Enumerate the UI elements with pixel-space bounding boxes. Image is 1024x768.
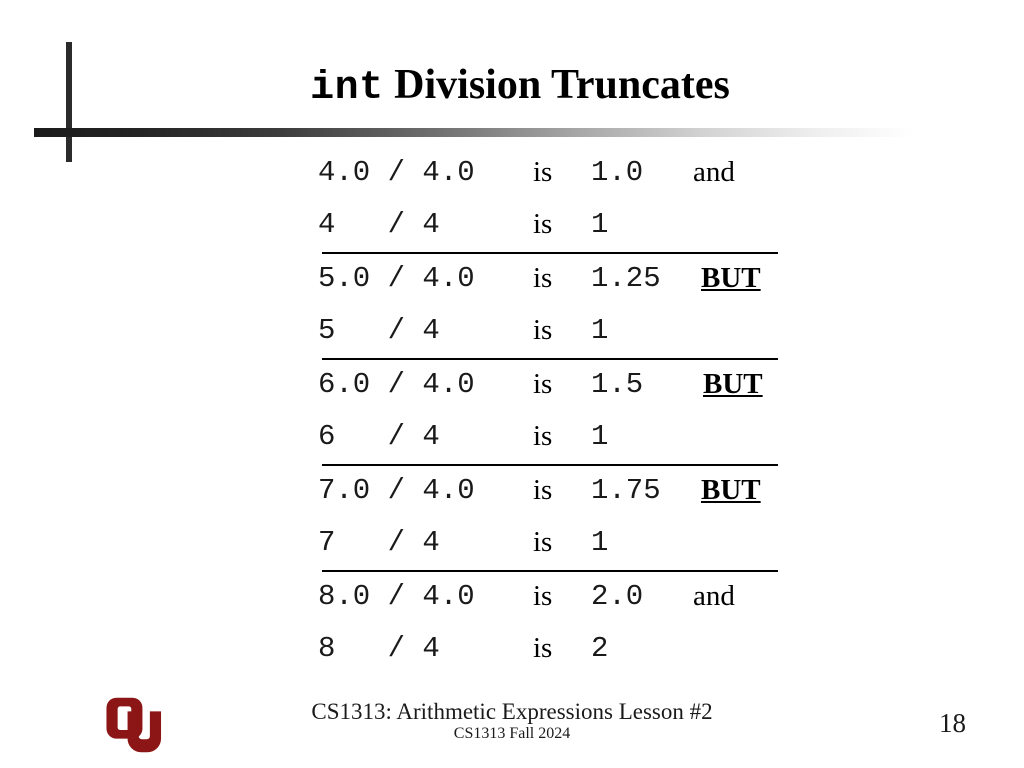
division-examples-table: 4.0 / 4.0 is 1.0 and 4 / 4 is 1 5.0 / 4.0 is 1.25… — [318, 148, 918, 676]
result-cell: 1.0 — [591, 156, 644, 189]
table-row: 8.0 / 4.0 is 2.0 and — [318, 572, 918, 624]
table-row: 6 / 4 is 1 — [318, 412, 918, 464]
note-conjunction: and — [693, 580, 735, 612]
is-label: is — [533, 420, 553, 452]
note-emphasis: BUT — [703, 368, 763, 400]
table-row: 7 / 4 is 1 — [318, 518, 918, 570]
expression-cell: 4 / 4 — [318, 208, 440, 241]
is-label: is — [533, 526, 553, 558]
table-row: 7.0 / 4.0 is 1.75 BUT — [318, 466, 918, 518]
expression-cell: 8 / 4 — [318, 632, 440, 665]
footer: CS1313: Arithmetic Expressions Lesson #2… — [0, 698, 1024, 744]
table-row: 5 / 4 is 1 — [318, 306, 918, 358]
table-row: 4.0 / 4.0 is 1.0 and — [318, 148, 918, 200]
note-emphasis: BUT — [701, 474, 761, 506]
is-label: is — [533, 474, 553, 506]
result-cell: 2.0 — [591, 580, 644, 613]
is-label: is — [533, 262, 553, 294]
expression-cell: 4.0 / 4.0 — [318, 156, 475, 189]
result-cell: 1 — [591, 420, 609, 453]
result-cell: 1 — [591, 526, 609, 559]
slide-canvas: int Division Truncates 4.0 / 4.0 is 1.0 and… — [0, 0, 1024, 768]
title-horizontal-rule-decoration — [34, 128, 914, 137]
result-cell: 1 — [591, 314, 609, 347]
result-cell: 1.5 — [591, 368, 644, 401]
table-row: 5.0 / 4.0 is 1.25 BUT — [318, 254, 918, 306]
result-cell: 1.75 — [591, 474, 661, 507]
page-title: int Division Truncates — [120, 62, 920, 112]
expression-cell: 5 / 4 — [318, 314, 440, 347]
title-vertical-bar-decoration — [66, 42, 72, 162]
is-label: is — [533, 632, 553, 664]
footer-course-line: CS1313: Arithmetic Expressions Lesson #2 — [311, 699, 713, 724]
is-label: is — [533, 314, 553, 346]
expression-cell: 6 / 4 — [318, 420, 440, 453]
is-label: is — [533, 208, 553, 240]
note-conjunction: and — [693, 156, 735, 188]
result-cell: 1.25 — [591, 262, 661, 295]
page-title-text: Division Truncates — [394, 62, 730, 108]
expression-cell: 6.0 / 4.0 — [318, 368, 475, 401]
result-cell: 1 — [591, 208, 609, 241]
table-row: 4 / 4 is 1 — [318, 200, 918, 252]
expression-cell: 7 / 4 — [318, 526, 440, 559]
expression-cell: 8.0 / 4.0 — [318, 580, 475, 613]
is-label: is — [533, 368, 553, 400]
table-row: 8 / 4 is 2 — [318, 624, 918, 676]
footer-term-line: CS1313 Fall 2024 — [453, 725, 571, 743]
page-title-keyword: int — [310, 66, 384, 111]
page-number: 18 — [939, 708, 966, 738]
expression-cell: 5.0 / 4.0 — [318, 262, 475, 295]
expression-cell: 7.0 / 4.0 — [318, 474, 475, 507]
note-emphasis: BUT — [701, 262, 761, 294]
is-label: is — [533, 156, 553, 188]
table-row: 6.0 / 4.0 is 1.5 BUT — [318, 360, 918, 412]
result-cell: 2 — [591, 632, 609, 665]
is-label: is — [533, 580, 553, 612]
